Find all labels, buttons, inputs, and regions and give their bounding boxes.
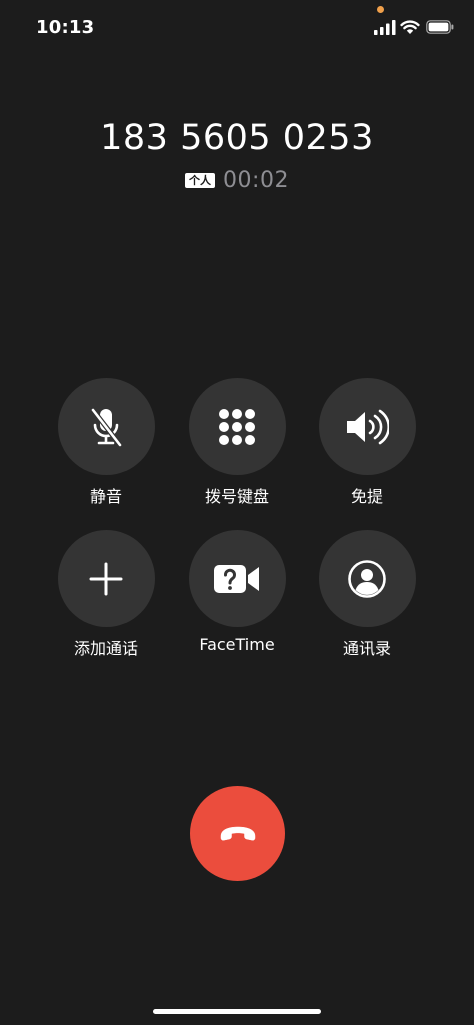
number-label-badge: 个人 bbox=[185, 173, 216, 188]
keypad-button[interactable]: 拨号键盘 bbox=[172, 378, 302, 507]
cellular-signal-icon bbox=[374, 20, 396, 35]
facetime-button-circle[interactable] bbox=[188, 530, 286, 627]
speaker-button[interactable]: 免提 bbox=[302, 378, 432, 507]
wifi-icon bbox=[400, 20, 420, 34]
hang-up-icon bbox=[220, 826, 255, 841]
call-duration: 00:02 bbox=[223, 168, 289, 193]
caller-number: 183 5605 0253 bbox=[100, 118, 374, 158]
mute-label: 静音 bbox=[89, 487, 122, 506]
mute-button[interactable]: 静音 bbox=[41, 378, 171, 507]
speaker-button-circle[interactable] bbox=[318, 378, 416, 475]
mic-muted-icon bbox=[90, 407, 123, 447]
mute-button-circle[interactable] bbox=[57, 378, 155, 475]
keypad-label: 拨号键盘 bbox=[204, 487, 269, 506]
mic-in-use-indicator bbox=[377, 6, 384, 13]
call-screen: 10:13 183 5605 0253 个人 00:02 静音 拨号键盘 免提 … bbox=[0, 0, 474, 1025]
facetime-button[interactable]: FaceTime bbox=[172, 530, 302, 654]
contacts-label: 通讯录 bbox=[342, 639, 391, 658]
speaker-icon bbox=[347, 409, 389, 444]
keypad-button-circle[interactable] bbox=[188, 378, 286, 475]
contacts-button-circle[interactable] bbox=[318, 530, 416, 627]
status-time: 10:13 bbox=[36, 17, 95, 38]
add-call-button[interactable]: 添加通话 bbox=[41, 530, 171, 659]
call-subtitle: 个人 00:02 bbox=[0, 168, 474, 193]
facetime-video-icon bbox=[214, 564, 259, 593]
add-call-button-circle[interactable] bbox=[57, 530, 155, 627]
speaker-label: 免提 bbox=[350, 487, 383, 506]
contacts-icon bbox=[348, 559, 386, 598]
facetime-label: FaceTime bbox=[199, 635, 275, 654]
keypad-icon bbox=[219, 408, 255, 445]
battery-icon bbox=[426, 20, 454, 34]
end-call-button[interactable] bbox=[190, 786, 285, 881]
contacts-button[interactable]: 通讯录 bbox=[302, 530, 432, 659]
add-call-label: 添加通话 bbox=[73, 639, 138, 658]
home-indicator[interactable] bbox=[153, 1009, 321, 1014]
plus-icon bbox=[89, 562, 123, 595]
